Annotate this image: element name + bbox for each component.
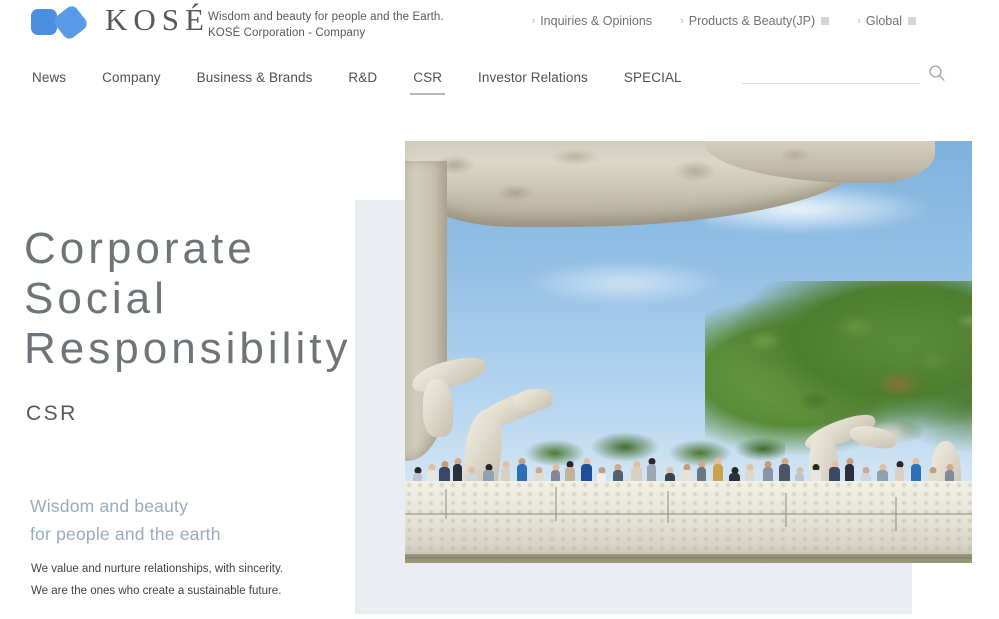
page-subtitle: CSR: [26, 402, 78, 425]
external-link-icon: [821, 17, 830, 25]
utility-link-global[interactable]: › Global: [857, 14, 916, 28]
nav-item-rd[interactable]: R&D: [330, 62, 395, 95]
logo-wordmark: KOSÉ: [105, 2, 210, 37]
hero-lead-text: We value and nurture relationships, with…: [31, 558, 283, 602]
photo-mossy-wall-texture: [405, 559, 972, 563]
chevron-right-icon: ›: [857, 14, 861, 27]
photo-seawall-seam: [555, 487, 557, 521]
photo-coral-formation: [423, 379, 453, 437]
page-root: KOSÉ Wisdom and beauty for people and th…: [0, 0, 999, 619]
utility-link-label: Products & Beauty(JP): [688, 14, 816, 28]
chevron-right-icon: ›: [531, 14, 536, 27]
brand-tagline-line2: KOSÉ Corporation - Company: [208, 27, 366, 39]
photo-seawall-seam: [785, 493, 787, 527]
hero-photo: [405, 141, 972, 563]
hero-tagline-line2: for people and the earth: [30, 524, 221, 544]
brand-logo-link[interactable]: KOSÉ: [31, 2, 210, 42]
search-icon[interactable]: [928, 64, 946, 82]
photo-cloud: [525, 261, 725, 305]
nav-item-special[interactable]: SPECIAL: [606, 62, 700, 95]
photo-seawall-seam: [405, 513, 972, 515]
hero-lead-line1: We value and nurture relationships, with…: [31, 563, 284, 575]
nav-item-news[interactable]: News: [14, 62, 84, 95]
kose-logo-mark-icon: [31, 3, 93, 42]
search-area: [742, 64, 945, 84]
brand-tagline-line1: Wisdom and beauty for people and the Ear…: [208, 11, 444, 23]
external-link-icon: [908, 17, 916, 25]
nav-item-business-brands[interactable]: Business & Brands: [179, 62, 331, 95]
photo-seawall-seam: [895, 497, 897, 531]
main-nav-items: News Company Business & Brands R&D CSR I…: [14, 62, 700, 95]
photo-seawall-texture: [405, 481, 972, 563]
utility-nav: › Inquiries & Opinions › Products & Beau…: [532, 14, 916, 28]
utility-link-inquiries[interactable]: › Inquiries & Opinions: [532, 14, 653, 28]
brand-tagline: Wisdom and beauty for people and the Ear…: [208, 9, 444, 41]
nav-item-company[interactable]: Company: [84, 62, 178, 95]
search-input[interactable]: [742, 64, 920, 84]
site-header: KOSÉ Wisdom and beauty for people and th…: [0, 0, 999, 58]
logo-shape-right: [51, 3, 90, 42]
utility-link-label: Inquiries & Opinions: [540, 14, 653, 28]
hero-tagline-line1: Wisdom and beauty: [30, 496, 189, 516]
utility-link-label: Global: [865, 14, 902, 28]
main-navigation: News Company Business & Brands R&D CSR I…: [0, 62, 999, 96]
page-title: Corporate Social Responsibility: [24, 224, 352, 373]
utility-link-products-beauty[interactable]: › Products & Beauty(JP): [680, 14, 830, 28]
photo-seawall-seam: [667, 491, 669, 523]
nav-item-investor-relations[interactable]: Investor Relations: [460, 62, 606, 95]
hero-tagline: Wisdom and beauty for people and the ear…: [30, 492, 221, 548]
photo-hillside-brown-patch: [875, 371, 921, 397]
chevron-right-icon: ›: [680, 14, 684, 27]
nav-item-csr[interactable]: CSR: [395, 62, 460, 95]
photo-seawall-seam: [445, 489, 447, 519]
hero-lead-line2: We are the ones who create a sustainable…: [31, 585, 282, 597]
hero-section: Corporate Social Responsibility CSR Wisd…: [0, 96, 999, 619]
